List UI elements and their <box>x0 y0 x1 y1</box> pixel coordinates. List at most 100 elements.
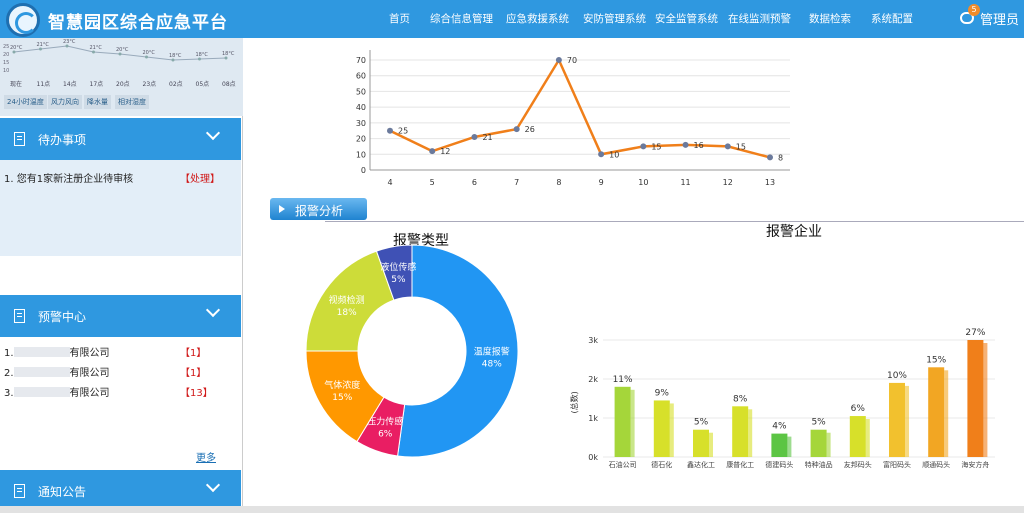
bar-percent-label: 6% <box>851 404 866 414</box>
nav-online-monitoring[interactable]: 在线监测预警 <box>728 11 791 26</box>
line-y-tick: 10 <box>356 150 366 159</box>
bar-side <box>905 385 909 457</box>
weather-temp-label: 20°C <box>116 47 129 53</box>
weather-temperature-chart: 25 20 15 10 20°C 现在 21°C 11点 23°C 14点 21°C 17点 20°C 2… <box>3 39 236 88</box>
chevron-down-icon[interactable] <box>205 125 221 141</box>
weather-tabs: 24小时温度 风力风向 降水量 相对湿度 <box>0 95 243 109</box>
bar-side <box>669 403 674 457</box>
line-data-label: 15 <box>736 142 746 151</box>
todo-item-text: 1. 您有1家新注册企业待审核 <box>4 174 134 185</box>
weather-temp-label: 20°C <box>143 50 156 56</box>
todo-panel-header[interactable]: 待办事项 <box>0 118 241 160</box>
warning-item-count[interactable]: 【1】 <box>180 344 206 359</box>
bar <box>653 400 670 457</box>
chevron-down-icon[interactable] <box>205 477 221 493</box>
warning-item[interactable]: 3. 有限公司 <box>4 384 110 399</box>
warning-item-count[interactable]: 【1】 <box>180 364 206 379</box>
bar <box>889 382 905 457</box>
bar-x-tick: 德石化 <box>651 460 672 469</box>
line-data-point <box>724 143 731 150</box>
weather-tab-rain[interactable]: 降水量 <box>84 95 111 109</box>
donut-slice-percent: 5% <box>391 275 406 285</box>
weather-temp-label: 23°C <box>63 39 76 45</box>
alarm-enterprise-bar-chart: 0k 1k 2k 3k (总数) 11% 石油公司 9% 德石化 5% 鑫达化工 8% 康普化工 4% 德建… <box>569 328 995 469</box>
warning-item-count[interactable]: 【13】 <box>180 384 213 399</box>
line-data-label: 26 <box>525 125 535 134</box>
bar-x-tick: 富阳码头 <box>883 460 911 469</box>
bar <box>967 340 984 457</box>
chevron-down-icon[interactable] <box>205 302 221 318</box>
sidebar: 25 20 15 10 20°C 现在 21°C 11点 23°C 14点 21°C 17点 20°C 2… <box>0 38 243 513</box>
line-y-tick: 0 <box>361 166 366 175</box>
weather-tab-wind[interactable]: 风力风向 <box>48 95 82 109</box>
bar <box>849 416 866 457</box>
bar <box>771 433 788 457</box>
line-x-tick: 8 <box>556 178 561 187</box>
weather-time-label: 05点 <box>196 80 210 88</box>
weather-time-label: 23点 <box>143 80 157 88</box>
nav-emergency-rescue[interactable]: 应急救援系统 <box>506 11 569 26</box>
line-x-tick: 12 <box>723 178 733 187</box>
bar-side <box>630 389 635 457</box>
nav-home[interactable]: 首页 <box>389 11 410 26</box>
user-name[interactable]: 管理员 <box>980 9 1019 28</box>
line-data-point <box>513 126 520 133</box>
bar-side <box>709 432 713 457</box>
warning-item[interactable]: 2. 有限公司 <box>4 364 110 379</box>
nav-info-management[interactable]: 综合信息管理 <box>430 11 493 26</box>
app-logo-icon <box>6 3 40 37</box>
weather-tab-temperature[interactable]: 24小时温度 <box>4 95 47 109</box>
line-y-tick: 40 <box>356 103 366 112</box>
top-navigation-bar: 智慧园区综合应急平台 首页 综合信息管理 应急救援系统 安防管理系统 安全监管系… <box>0 0 1024 38</box>
donut-slice-label: 压力传感 <box>367 415 403 427</box>
todo-item: 1. 您有1家新注册企业待审核 <box>4 170 133 185</box>
warning-title: 预警中心 <box>38 310 87 324</box>
bar <box>614 386 631 457</box>
alarm-trend-line-chart: 0 10 20 30 40 50 60 70 25 4 12 5 21 6 26 7 70 8 10 9 15 10 16 1… <box>356 50 790 187</box>
donut-slice-label: 温度报警 <box>474 345 510 357</box>
bar <box>928 367 945 457</box>
line-x-tick: 9 <box>599 178 604 187</box>
nav-safety-supervision[interactable]: 安全监管系统 <box>655 11 718 26</box>
weather-tab-humidity[interactable]: 相对湿度 <box>115 95 149 109</box>
nav-system-config[interactable]: 系统配置 <box>871 11 913 26</box>
bar-percent-label: 5% <box>694 418 709 428</box>
warning-item-text: 有限公司 <box>69 388 110 399</box>
line-data-point <box>387 127 393 134</box>
alarm-analysis-tab[interactable]: 报警分析 <box>270 198 367 220</box>
line-x-tick: 4 <box>387 178 392 187</box>
section-divider <box>325 221 1024 222</box>
line-data-label: 70 <box>567 56 577 65</box>
weather-time-label: 14点 <box>63 80 77 88</box>
line-data-point <box>555 57 562 63</box>
weather-temp-label: 21°C <box>90 45 103 51</box>
bar-percent-label: 27% <box>965 328 985 338</box>
line-data-point <box>598 151 605 158</box>
horizontal-scrollbar[interactable] <box>0 506 1024 513</box>
nav-security-management[interactable]: 安防管理系统 <box>583 11 646 26</box>
warning-item-text: 有限公司 <box>69 368 110 379</box>
bar-side <box>787 436 792 457</box>
todo-process-link[interactable]: 【处理】 <box>180 170 220 185</box>
app-title: 智慧园区综合应急平台 <box>48 13 228 33</box>
bar-x-tick: 石油公司 <box>609 460 637 469</box>
redacted-text <box>13 387 70 397</box>
line-y-tick: 50 <box>356 87 366 96</box>
bar-y-label: (总数) <box>569 391 579 413</box>
line-data-point <box>767 154 773 161</box>
warning-item-index: 1. <box>4 348 14 359</box>
bar-y-tick: 2k <box>588 375 598 384</box>
document-icon <box>14 309 25 323</box>
nav-data-search[interactable]: 数据检索 <box>809 11 851 26</box>
bar-percent-label: 8% <box>733 394 748 404</box>
play-icon <box>279 205 285 213</box>
warning-more-link[interactable]: 更多 <box>196 449 216 464</box>
todo-panel-body: 1. 您有1家新注册企业待审核 【处理】 更多 <box>0 160 241 325</box>
warning-item[interactable]: 1. 有限公司 <box>4 344 110 359</box>
bar <box>810 429 827 457</box>
line-x-tick: 13 <box>765 178 775 187</box>
warning-item-text: 有限公司 <box>69 348 110 359</box>
bar-percent-label: 9% <box>655 388 670 398</box>
warning-panel-header[interactable]: 预警中心 <box>0 295 241 337</box>
bar-x-tick: 鑫达化工 <box>687 460 715 469</box>
